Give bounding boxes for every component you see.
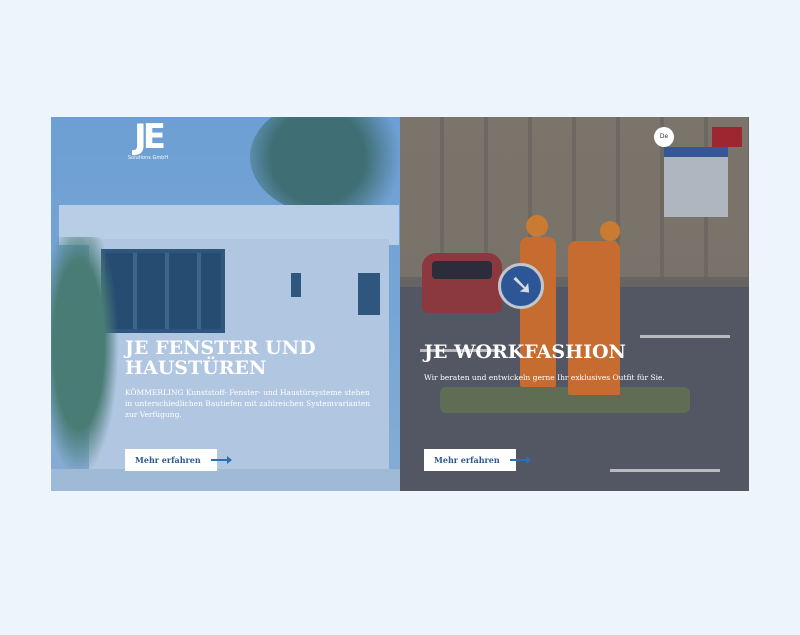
arrow-right-icon [211,456,232,464]
logo-subtitle: Solutions GmbH [127,155,169,161]
panel-description: KÖMMERLING Kunststoff- Fenster- und Haus… [125,388,371,419]
color-overlay [51,117,400,491]
hero-split: JE Solutions GmbH JE FENSTER UND HAUSTÜR… [51,117,749,491]
company-logo[interactable]: JE Solutions GmbH [125,119,171,163]
language-switcher[interactable]: De [654,127,674,147]
panel-title: JE FENSTER UND HAUSTÜREN [125,337,316,379]
arrow-right-icon [510,456,531,464]
mehr-erfahren-button[interactable]: Mehr erfahren [424,449,516,471]
panel-title: JE WORKFASHION [424,341,626,363]
cta-group: Mehr erfahren [424,449,531,471]
cta-group: Mehr erfahren [125,449,232,471]
panel-description: Wir beraten und entwickeln gerne Ihr exk… [424,373,665,382]
panel-workfashion: JE WORKFASHION Wir beraten und entwickel… [400,117,749,491]
logo-mark: JE [134,117,166,157]
color-overlay [400,117,749,491]
mehr-erfahren-button[interactable]: Mehr erfahren [125,449,217,471]
panel-fenster-haustueren: JE Solutions GmbH JE FENSTER UND HAUSTÜR… [51,117,400,491]
